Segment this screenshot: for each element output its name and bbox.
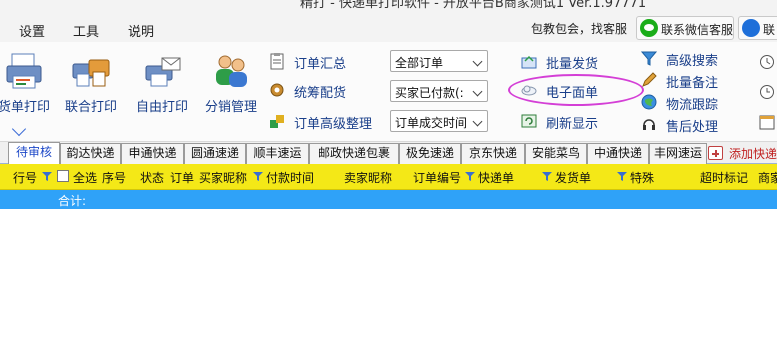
select-all-checkbox[interactable] (57, 170, 69, 182)
printer-icon (6, 53, 42, 89)
tab-sto[interactable]: 申通快递 (121, 143, 184, 164)
col-seller-nick[interactable]: 卖家昵称 (344, 169, 392, 186)
combined-print-label: 联合打印 (64, 100, 117, 115)
tab-jimian[interactable]: 极免速递 (399, 143, 461, 164)
wechat-service-label: 联系微信客服 (661, 23, 734, 37)
menu-settings[interactable]: 设置 (19, 21, 45, 40)
funnel-icon[interactable] (253, 172, 263, 181)
order-grid-body[interactable] (0, 209, 777, 349)
grid-header: 行号 全选 序号 状态 订单 买家昵称 付款时间 卖家昵称 订单编号 快递单 发… (0, 164, 777, 190)
users-icon (216, 55, 247, 87)
tab-anneng[interactable]: 安能菜鸟 (525, 143, 587, 164)
tab-ems[interactable]: 邮政快递包裹 (309, 143, 399, 164)
order-status-select[interactable]: 买家已付款(: (390, 80, 488, 102)
plus-icon (708, 146, 723, 160)
col-waybill[interactable]: 快递单 (478, 169, 514, 186)
tab-yto[interactable]: 圆通速递 (184, 143, 246, 164)
free-print-icon (145, 57, 181, 87)
menu-help[interactable]: 说明 (128, 21, 154, 40)
menu-tools[interactable]: 工具 (73, 21, 99, 40)
window-title: 精打 - 快递单打印软件 - 开放平台B商家测试1 Ver.1.97771 (300, 0, 647, 11)
tab-sf[interactable]: 顺丰速运 (246, 143, 309, 164)
col-status[interactable]: 状态 (140, 169, 164, 186)
col-special[interactable]: 特殊 (630, 169, 654, 186)
col-order[interactable]: 订单 (170, 169, 194, 186)
advanced-search-label: 高级搜索 (666, 54, 719, 69)
col-merchant[interactable]: 商家 (758, 169, 777, 186)
free-print-button[interactable]: 自由打印 (132, 48, 192, 118)
combined-printer-icon (72, 59, 110, 87)
promo-text: 包教包会，找客服 (531, 22, 628, 36)
menu-bar: 设置 工具 说明 包教包会，找客服 联系微信客服 联 (0, 12, 777, 42)
total-label: 合计: (58, 194, 87, 208)
tab-yunda[interactable]: 韵达快递 (60, 143, 121, 164)
clock-icon[interactable] (759, 54, 775, 70)
contact-icon (742, 19, 760, 37)
time-field-select[interactable]: 订单成交时间 (390, 110, 488, 132)
refresh-icon (521, 114, 537, 128)
courier-tabs: 待审核 韵达快递 申通快递 圆通速递 顺丰速运 邮政快递包裹 极免速递 京东快递… (0, 142, 777, 165)
pencil-icon (642, 72, 657, 87)
sort-cubes-icon (270, 115, 284, 128)
clipboard-icon (270, 53, 284, 70)
free-print-label: 自由打印 (135, 100, 188, 115)
order-scope-select[interactable]: 全部订单 (390, 50, 488, 72)
order-advanced-sort-label: 订单高级整理 (294, 117, 373, 132)
col-row-number[interactable]: 行号 (13, 169, 37, 186)
batch-ship-label: 批量发货 (546, 57, 599, 72)
order-status-value: 买家已付款(: (395, 86, 464, 100)
title-bar: 精打 - 快递单打印软件 - 开放平台B商家测试1 Ver.1.97771 (0, 0, 777, 12)
wechat-service-button[interactable]: 联系微信客服 (636, 16, 734, 40)
col-select-all[interactable]: 全选 (73, 169, 97, 186)
tab-zto[interactable]: 中通快递 (587, 143, 649, 164)
distribution-manage-label: 分销管理 (204, 100, 257, 115)
time-field-value: 订单成交时间 (395, 116, 467, 130)
refresh-label: 刷新显示 (546, 117, 599, 132)
distribution-manage-button[interactable]: 分销管理 (201, 48, 261, 118)
highlight-annotation (508, 74, 644, 106)
col-buyer-nick[interactable]: 买家昵称 (199, 169, 247, 186)
add-courier-label: 添加快递 (729, 147, 777, 161)
logistics-track-label: 物流跟踪 (666, 98, 719, 113)
total-row: 合计: (0, 190, 777, 209)
tab-jd[interactable]: 京东快递 (461, 143, 525, 164)
tab-fengwang[interactable]: 丰网速运 (649, 143, 707, 164)
funnel-icon[interactable] (42, 172, 52, 181)
col-delivery-note[interactable]: 发货单 (555, 169, 591, 186)
gear-icon (270, 83, 284, 97)
chevron-down-icon (472, 116, 483, 127)
contact-label: 联 (763, 23, 776, 37)
ribbon-toolbar: 货单打印 联合打印 自由打印 分销管理 订单汇总 统筹配货 订单高级整理 全部订… (0, 42, 777, 142)
globe-icon (641, 94, 657, 110)
print-waybill-button[interactable]: 货单打印 (0, 48, 54, 118)
order-scope-value: 全部订单 (395, 56, 444, 70)
tab-pending-review[interactable]: 待审核 (8, 142, 60, 165)
print-waybill-label: 货单打印 (0, 100, 50, 115)
funnel-icon[interactable] (465, 172, 475, 181)
col-order-number[interactable]: 订单编号 (413, 169, 461, 186)
chevron-down-icon (472, 56, 483, 67)
funnel-icon (640, 51, 658, 66)
headset-icon (643, 119, 655, 130)
calendar-icon[interactable] (759, 114, 775, 130)
after-sales-label: 售后处理 (666, 120, 719, 135)
col-pay-time[interactable]: 付款时间 (266, 169, 314, 186)
col-timeout-mark[interactable]: 超时标记 (700, 169, 748, 186)
batch-note-label: 批量备注 (666, 76, 719, 91)
combined-print-button[interactable]: 联合打印 (61, 48, 121, 118)
chevron-down-icon (472, 86, 483, 97)
wechat-icon (640, 19, 658, 37)
funnel-icon[interactable] (542, 172, 552, 181)
funnel-icon[interactable] (617, 172, 627, 181)
col-serial[interactable]: 序号 (102, 169, 126, 186)
order-summary-label: 订单汇总 (294, 57, 347, 72)
allocate-stock-label: 统筹配货 (294, 86, 347, 101)
ship-box-icon (521, 55, 537, 69)
contact-button[interactable]: 联 (738, 16, 777, 40)
history-icon[interactable] (759, 84, 775, 100)
